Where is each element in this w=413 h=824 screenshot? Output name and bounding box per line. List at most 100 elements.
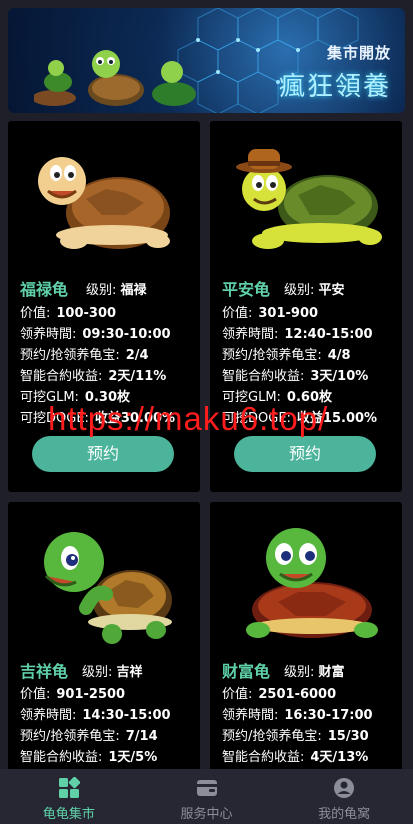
row-label: 领养時間:: [222, 327, 279, 342]
turtle-card-pingan: 平安龟 级别: 平安 价值: 301-900 领养時間: 12:40-15:00 预…: [210, 121, 402, 492]
reserve-button[interactable]: 预约: [32, 436, 174, 472]
contract-row: 智能合約收益: 2天/11%: [20, 365, 166, 384]
tab-label: 我的龟窝: [318, 807, 371, 822]
user-icon: [334, 778, 355, 798]
row-value: 2501-6000: [258, 687, 337, 702]
value-row: 价值: 301-900: [222, 302, 318, 321]
glm-row: 可挖GLM: 0.30枚: [20, 386, 130, 405]
row-value: 3天/10%: [310, 369, 369, 384]
row-value: 1天/5%: [108, 750, 158, 765]
row-label: 领养時間:: [20, 708, 77, 723]
banner-turtles-illustration: [34, 50, 196, 106]
contract-row: 智能合約收益: 4天/13%: [222, 746, 368, 765]
turtle-card-jixiang: 吉祥龟 级别: 吉祥 价值: 901-2500 领养時間: 14:30-15:00 …: [8, 502, 200, 777]
row-value: 2/4: [125, 348, 149, 363]
grid-icon: [58, 777, 80, 798]
row-label: 可挖DOGE:: [222, 411, 291, 426]
row-label: 可挖DOGE:: [20, 411, 89, 426]
row-label: 价值:: [222, 687, 253, 702]
turtle-card-fulu: 福禄龟 级别: 福禄 价值: 100-300 领养時間: 09:30-10:00 预…: [8, 121, 200, 492]
turtle-card-caifu: 财富龟 级别: 财富 价值: 2501-6000 领养時間: 16:30-17:00…: [210, 502, 402, 777]
level-label: 级别:: [82, 665, 113, 680]
row-value: 901-2500: [56, 687, 126, 702]
turtle-level: 级别: 吉祥: [82, 661, 143, 680]
reserve-row: 预约/抢领养龟宝: 4/8: [222, 344, 351, 363]
level-label: 级别:: [284, 665, 315, 680]
doge-row: 可挖DOGE: 收益15.00%: [222, 407, 377, 426]
row-label: 预约/抢领养龟宝:: [20, 729, 120, 744]
bottom-tab-bar: 龟龟集市 服务中心 我的龟窝: [0, 769, 413, 824]
row-value: 100-300: [56, 306, 117, 321]
reserve-row: 预约/抢领养龟宝: 2/4: [20, 344, 149, 363]
row-label: 可挖GLM:: [20, 390, 79, 405]
glm-row: 可挖GLM: 0.60枚: [222, 386, 332, 405]
row-label: 智能合約收益:: [222, 750, 305, 765]
tab-service[interactable]: 服务中心: [138, 769, 276, 824]
row-label: 可挖GLM:: [222, 390, 281, 405]
adopt-time-row: 领养時間: 09:30-10:00: [20, 323, 171, 342]
row-value: 16:30-17:00: [284, 708, 373, 723]
level-label: 级别:: [284, 283, 315, 298]
row-value: 2天/11%: [108, 369, 167, 384]
banner-subtitle: 集市開放: [326, 44, 391, 62]
level-value: 财富: [318, 665, 345, 680]
contract-row: 智能合約收益: 1天/5%: [20, 746, 157, 765]
row-value: 12:40-15:00: [284, 327, 373, 342]
row-value: 14:30-15:00: [82, 708, 171, 723]
brown-turtle-icon: [38, 157, 170, 249]
level-value: 吉祥: [116, 665, 143, 680]
row-label: 智能合約收益:: [20, 369, 103, 384]
hero-banner: 集市開放 瘋狂領養: [8, 8, 405, 113]
row-label: 价值:: [20, 687, 51, 702]
row-value: 收益15.00%: [296, 411, 378, 426]
row-label: 预约/抢领养龟宝:: [222, 348, 322, 363]
turtle-level: 级别: 平安: [284, 279, 345, 298]
row-label: 领养時間:: [20, 327, 77, 342]
row-label: 预约/抢领养龟宝:: [20, 348, 120, 363]
row-value: 15/30: [327, 729, 369, 744]
row-label: 智能合約收益:: [222, 369, 305, 384]
wallet-icon: [196, 780, 217, 796]
adopt-time-row: 领养時間: 12:40-15:00: [222, 323, 373, 342]
row-value: 09:30-10:00: [82, 327, 171, 342]
hat-turtle-icon: [236, 149, 382, 249]
row-label: 价值:: [20, 306, 51, 321]
level-value: 福禄: [120, 283, 147, 298]
row-label: 智能合約收益:: [20, 750, 103, 765]
row-label: 领养時間:: [222, 708, 279, 723]
value-row: 价值: 901-2500: [20, 683, 125, 702]
value-row: 价值: 100-300: [20, 302, 116, 321]
tab-profile[interactable]: 我的龟窝: [275, 769, 413, 824]
reserve-row: 预约/抢领养龟宝: 7/14: [20, 725, 158, 744]
row-value: 4/8: [327, 348, 351, 363]
tab-market[interactable]: 龟龟集市: [0, 769, 138, 824]
row-value: 0.60枚: [286, 390, 332, 405]
red-shell-turtle-icon: [246, 528, 378, 638]
doge-row: 可挖DOGE: 收益30.00%: [20, 407, 175, 426]
level-label: 级别:: [86, 283, 117, 298]
row-value: 301-900: [258, 306, 319, 321]
row-label: 价值:: [222, 306, 253, 321]
green-turtle-icon: [44, 532, 172, 644]
turtle-name: 福禄龟: [20, 280, 69, 299]
row-value: 4天/13%: [310, 750, 369, 765]
turtle-name: 平安龟: [222, 280, 271, 299]
turtle-level: 级别: 财富: [284, 661, 345, 680]
turtle-level: 级别: 福禄: [86, 279, 147, 298]
row-label: 预约/抢领养龟宝:: [222, 729, 322, 744]
row-value: 0.30枚: [84, 390, 130, 405]
row-value: 7/14: [125, 729, 158, 744]
tab-label: 服务中心: [180, 807, 233, 822]
tab-label: 龟龟集市: [42, 807, 95, 822]
turtle-name: 吉祥龟: [20, 662, 69, 681]
reserve-row: 预约/抢领养龟宝: 15/30: [222, 725, 369, 744]
contract-row: 智能合約收益: 3天/10%: [222, 365, 368, 384]
reserve-button[interactable]: 预约: [234, 436, 376, 472]
banner-title: 瘋狂領養: [278, 72, 391, 102]
row-value: 收益30.00%: [94, 411, 176, 426]
adopt-time-row: 领养時間: 14:30-15:00: [20, 704, 171, 723]
turtle-name: 财富龟: [222, 662, 271, 681]
adopt-time-row: 领养時間: 16:30-17:00: [222, 704, 373, 723]
level-value: 平安: [318, 283, 345, 298]
value-row: 价值: 2501-6000: [222, 683, 336, 702]
